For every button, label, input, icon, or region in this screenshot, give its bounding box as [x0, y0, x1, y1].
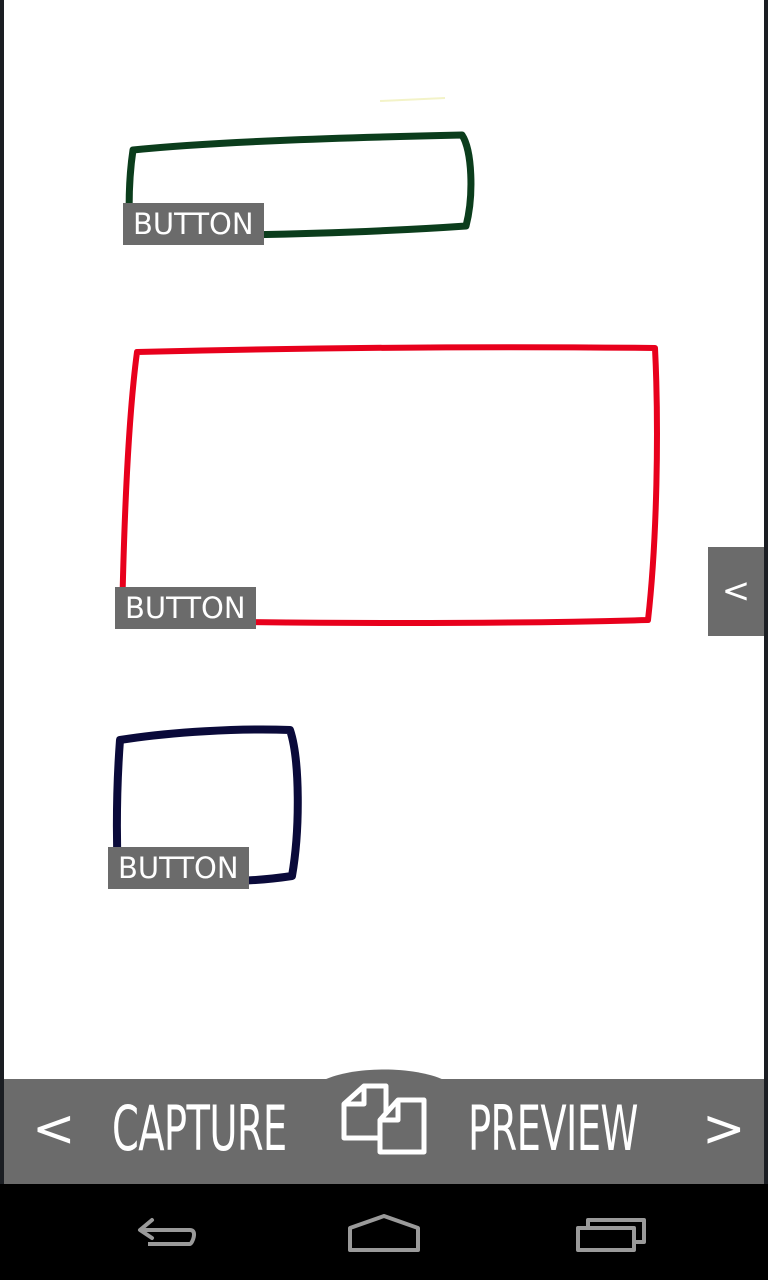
sketch-stray-mark	[379, 97, 446, 102]
side-panel-toggle-button[interactable]: <	[708, 547, 764, 636]
previous-button[interactable]: <	[32, 1094, 76, 1164]
button-label-2[interactable]: BUTTON	[115, 587, 256, 629]
sketch-drawing	[112, 97, 660, 886]
home-icon[interactable]	[334, 1208, 434, 1258]
button-label-3[interactable]: BUTTON	[108, 847, 249, 889]
sketch-rect-2	[119, 344, 660, 626]
capture-button[interactable]: CAPTURE	[112, 1092, 287, 1166]
next-button[interactable]: >	[702, 1094, 746, 1164]
copy-icon[interactable]	[340, 1082, 430, 1158]
button-label-1[interactable]: BUTTON	[123, 203, 264, 245]
recents-icon[interactable]	[560, 1208, 660, 1258]
back-icon[interactable]	[120, 1208, 220, 1258]
preview-button[interactable]: PREVIEW	[468, 1092, 638, 1166]
app-screen: BUTTON BUTTON BUTTON < < CAPTURE PREVIEW…	[0, 0, 768, 1280]
